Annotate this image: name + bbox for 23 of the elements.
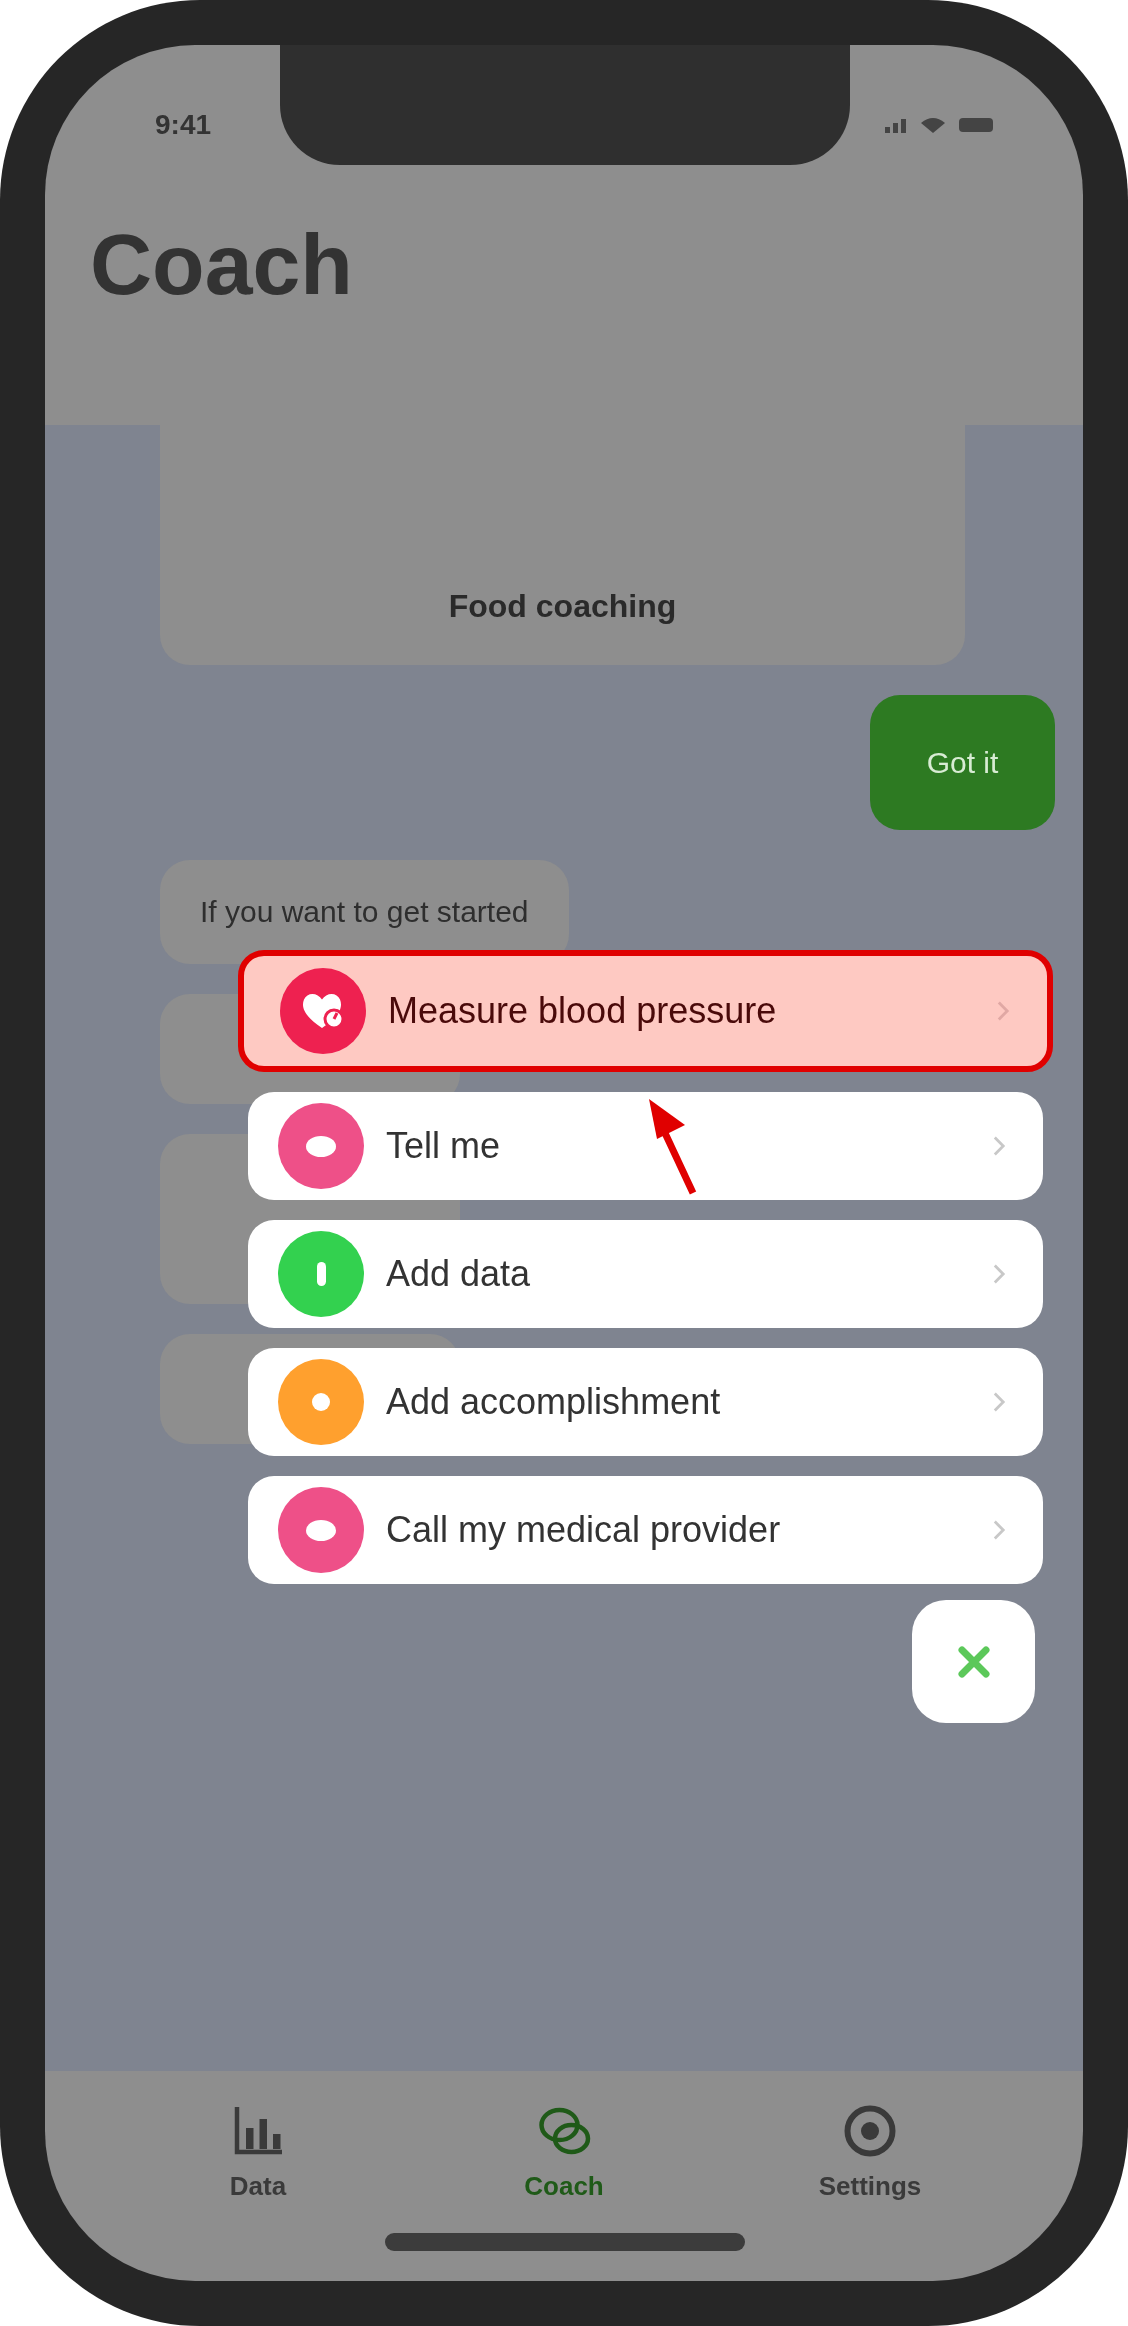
menu-item[interactable]: Call my medical provider bbox=[248, 1476, 1043, 1584]
card-title: Food coaching bbox=[448, 588, 677, 625]
oval-icon bbox=[306, 1519, 336, 1541]
menu-item-label: Tell me bbox=[386, 1125, 502, 1167]
wifi-icon bbox=[921, 117, 945, 133]
menu-item[interactable]: Tell me bbox=[248, 1092, 1043, 1200]
battery-icon bbox=[959, 118, 993, 132]
close-button[interactable] bbox=[912, 1600, 1035, 1723]
dot-icon bbox=[312, 1393, 330, 1411]
page-title: Coach bbox=[90, 215, 354, 314]
menu-item-label: Call my medical provider bbox=[386, 1509, 782, 1551]
menu-item-label: Add data bbox=[386, 1253, 532, 1295]
oval-icon bbox=[306, 1135, 336, 1157]
bar-icon bbox=[316, 1262, 326, 1286]
menu-item[interactable]: Measure blood pressure bbox=[238, 950, 1053, 1072]
signal-icon bbox=[885, 117, 907, 133]
menu-item-label: Add accomplishment bbox=[386, 1381, 722, 1423]
menu-item[interactable]: Add data bbox=[248, 1220, 1043, 1328]
menu-item[interactable]: Add accomplishment bbox=[248, 1348, 1043, 1456]
message-bubble: Got it bbox=[870, 695, 1055, 830]
status-time: 9:41 bbox=[155, 109, 212, 141]
message-bubble: If you want to get started bbox=[160, 860, 569, 964]
menu-item-label: Measure blood pressure bbox=[388, 990, 778, 1032]
